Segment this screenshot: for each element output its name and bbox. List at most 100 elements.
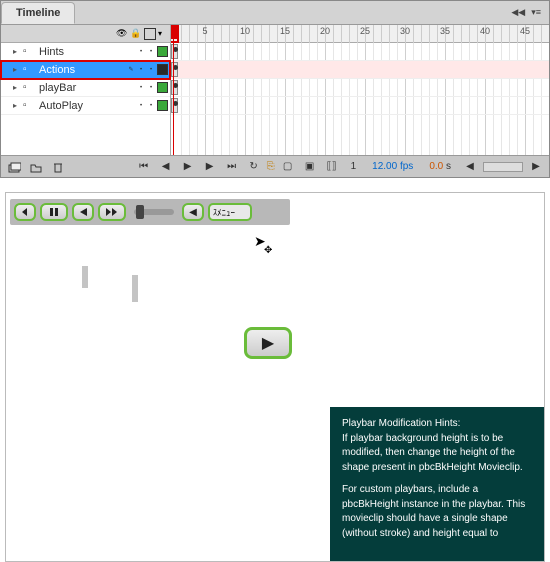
layer-name-label[interactable]: Hints	[39, 46, 137, 58]
lock-column-icon[interactable]: 🔒	[130, 28, 142, 40]
layer-visibility-dot[interactable]: •	[137, 84, 145, 92]
ruler-label: 35	[440, 26, 450, 36]
visibility-column-icon[interactable]: 👁	[116, 28, 128, 40]
ruler-label: 40	[480, 26, 490, 36]
layer-type-icon: ▫	[23, 82, 39, 93]
playhead[interactable]	[173, 25, 174, 155]
layer-type-icon: ▫	[23, 100, 39, 111]
cursor-arrow-icon: ➤	[254, 233, 266, 250]
stage-preview: ◀ ｽ ﾒﾆｭｰ ➤ ✥ ▶ Playbar Modification Hint…	[5, 192, 545, 562]
onion-skin-button[interactable]: ▢	[279, 158, 297, 176]
timeline-bottom-bar: ⏮ ◀ ▶ ▶ ⏭ ↻ ⎘ ▢ ▣ ⟦⟧ 1 12.00 fps 0.0 s ◀…	[1, 155, 549, 177]
new-folder-button[interactable]	[27, 158, 45, 176]
layers-column: 👁 🔒 ▾ ▸▫Hints••▸▫Actions✎••▸▫playBar••▸▫…	[1, 25, 171, 155]
stage-shape-2	[132, 275, 138, 302]
playbar-forward-button[interactable]	[98, 203, 126, 221]
playbar-rewind-button[interactable]	[14, 203, 36, 221]
layer-row[interactable]: ▸▫playBar••	[1, 79, 170, 97]
playbar[interactable]: ◀ ｽ ﾒﾆｭｰ	[10, 199, 290, 225]
layer-visibility-dot[interactable]: •	[137, 102, 145, 110]
ruler-label: 45	[520, 26, 530, 36]
stage-shape-1	[82, 266, 88, 288]
current-frame-number[interactable]: 1	[345, 161, 363, 172]
center-frame-icon[interactable]: ⎘	[267, 161, 275, 172]
frame-ruler[interactable]: 15101520253035404550	[171, 25, 549, 43]
layer-expand-icon[interactable]: ▸	[13, 101, 23, 110]
layers-header: 👁 🔒 ▾	[1, 25, 170, 43]
layer-expand-icon[interactable]: ▸	[13, 83, 23, 92]
layer-lock-dot[interactable]: •	[147, 84, 155, 92]
frames-grid[interactable]	[171, 43, 549, 155]
ruler-label: 30	[400, 26, 410, 36]
outline-column-icon[interactable]	[144, 28, 156, 40]
frames-track[interactable]	[171, 97, 549, 115]
scroll-right-button[interactable]: ▶	[527, 158, 545, 176]
layer-lock-dot[interactable]: •	[147, 102, 155, 110]
layer-expand-icon[interactable]: ▸	[13, 65, 23, 74]
layers-dropdown-icon[interactable]: ▾	[158, 29, 166, 38]
layer-lock-dot[interactable]: •	[147, 66, 155, 74]
frames-track[interactable]	[171, 43, 549, 61]
layer-outline-swatch[interactable]	[157, 46, 168, 57]
playbar-prev-button[interactable]: ◀	[182, 203, 204, 221]
frames-track[interactable]	[171, 61, 549, 79]
ruler-label: 25	[360, 26, 370, 36]
layer-name-label[interactable]: playBar	[39, 82, 137, 94]
layer-name-label[interactable]: AutoPlay	[39, 100, 137, 112]
panel-control-left-icon[interactable]: ◀◀	[511, 7, 525, 18]
layer-row[interactable]: ▸▫Hints••	[1, 43, 170, 61]
frames-track[interactable]	[171, 79, 549, 97]
layer-lock-dot[interactable]: •	[147, 48, 155, 56]
play-button[interactable]: ▶	[179, 158, 197, 176]
step-forward-button[interactable]: ▶	[201, 158, 219, 176]
center-play-button[interactable]: ▶	[244, 327, 292, 359]
goto-last-button[interactable]: ⏭	[223, 158, 241, 176]
fps-value[interactable]: 12.00	[372, 161, 397, 172]
scroll-left-button[interactable]: ◀	[461, 158, 479, 176]
delete-layer-button[interactable]	[49, 158, 67, 176]
timeline-tab[interactable]: Timeline	[1, 2, 75, 24]
elapsed-time-value[interactable]: 0.0	[429, 161, 443, 172]
layer-expand-icon[interactable]: ▸	[13, 47, 23, 56]
playbar-menu-button[interactable]: ｽ ﾒﾆｭｰ	[208, 203, 252, 221]
playbar-back-button[interactable]	[72, 203, 94, 221]
fps-label: fps	[400, 161, 413, 172]
elapsed-time-unit: s	[446, 161, 451, 172]
frames-column[interactable]: 15101520253035404550	[171, 25, 549, 155]
new-layer-button[interactable]	[5, 158, 23, 176]
layer-script-icon[interactable]: ✎	[127, 66, 135, 74]
ruler-label: 10	[240, 26, 250, 36]
layer-visibility-dot[interactable]: •	[137, 66, 145, 74]
layer-visibility-dot[interactable]: •	[137, 48, 145, 56]
hints-panel: Playbar Modification Hints: If playbar b…	[330, 407, 544, 561]
panel-controls: ◀◀ ▾≡	[511, 7, 549, 18]
playbar-slider[interactable]	[134, 209, 174, 215]
ruler-label: 5	[202, 26, 207, 36]
playhead-cap-icon[interactable]	[171, 25, 179, 39]
layer-outline-swatch[interactable]	[157, 64, 168, 75]
layer-row[interactable]: ▸▫Actions✎••	[1, 61, 170, 79]
ruler-label: 20	[320, 26, 330, 36]
goto-first-button[interactable]: ⏮	[135, 158, 153, 176]
layer-name-label[interactable]: Actions	[39, 64, 127, 76]
playbar-slider-knob[interactable]	[136, 205, 144, 219]
layer-outline-swatch[interactable]	[157, 82, 168, 93]
scroll-track[interactable]	[483, 162, 523, 172]
panel-menu-icon[interactable]: ▾≡	[531, 7, 541, 18]
step-back-button[interactable]: ◀	[157, 158, 175, 176]
hints-paragraph-2: For custom playbars, include a pbcBkHeig…	[342, 483, 532, 541]
loop-button[interactable]: ↻	[245, 158, 263, 176]
timeline-panel: Timeline ◀◀ ▾≡ 👁 🔒 ▾ ▸▫Hints••▸▫Actions✎…	[0, 0, 550, 178]
layer-outline-swatch[interactable]	[157, 100, 168, 111]
edit-multiple-button[interactable]: ⟦⟧	[323, 158, 341, 176]
onion-outline-button[interactable]: ▣	[301, 158, 319, 176]
layer-row[interactable]: ▸▫AutoPlay••	[1, 97, 170, 115]
layer-type-icon: ▫	[23, 46, 39, 57]
hints-title: Playbar Modification Hints:	[342, 418, 460, 429]
move-cursor-icon: ✥	[264, 245, 272, 256]
layer-type-icon: ▫	[23, 64, 39, 75]
playbar-play-pause-button[interactable]	[40, 203, 68, 221]
timeline-body: 👁 🔒 ▾ ▸▫Hints••▸▫Actions✎••▸▫playBar••▸▫…	[1, 25, 549, 155]
hints-paragraph-1: If playbar background height is to be mo…	[342, 433, 523, 473]
panel-header: Timeline ◀◀ ▾≡	[1, 1, 549, 25]
